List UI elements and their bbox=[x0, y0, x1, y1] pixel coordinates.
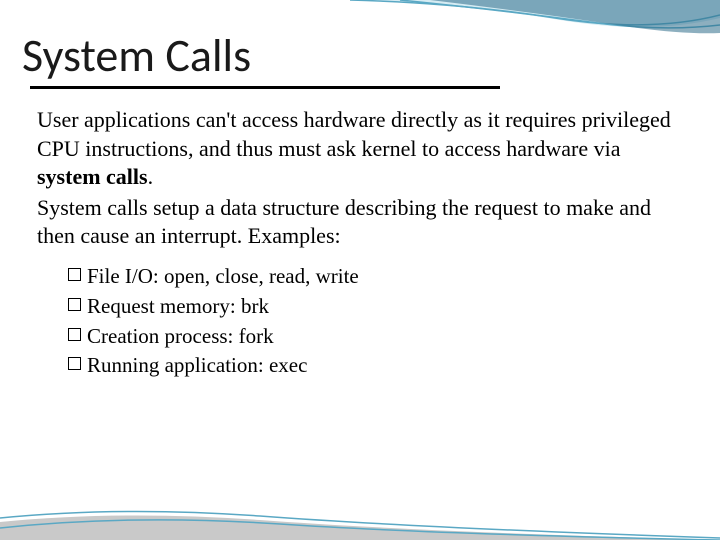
examples-list: File I/O: open, close, read, write Reque… bbox=[68, 262, 668, 381]
square-bullet-icon bbox=[68, 357, 81, 370]
paragraph-1-bold: system calls bbox=[37, 164, 148, 189]
list-item: File I/O: open, close, read, write bbox=[68, 262, 668, 292]
list-item-label: Running application: exec bbox=[87, 351, 307, 381]
list-item-label: Request memory: brk bbox=[87, 292, 269, 322]
list-item: Request memory: brk bbox=[68, 292, 668, 322]
list-item-label: File I/O: open, close, read, write bbox=[87, 262, 359, 292]
square-bullet-icon bbox=[68, 298, 81, 311]
list-item: Creation process: fork bbox=[68, 322, 668, 352]
paragraph-1b: . bbox=[148, 164, 154, 189]
title-underline bbox=[30, 86, 500, 89]
square-bullet-icon bbox=[68, 328, 81, 341]
paragraph-1a: User applications can't access hardware … bbox=[37, 107, 671, 161]
decorative-bottom-waves bbox=[0, 500, 720, 540]
paragraph-1: User applications can't access hardware … bbox=[37, 106, 687, 192]
square-bullet-icon bbox=[68, 268, 81, 281]
list-item-label: Creation process: fork bbox=[87, 322, 274, 352]
slide-title: System Calls bbox=[22, 28, 251, 84]
body-text: User applications can't access hardware … bbox=[37, 106, 687, 253]
paragraph-2: System calls setup a data structure desc… bbox=[37, 194, 687, 251]
list-item: Running application: exec bbox=[68, 351, 668, 381]
